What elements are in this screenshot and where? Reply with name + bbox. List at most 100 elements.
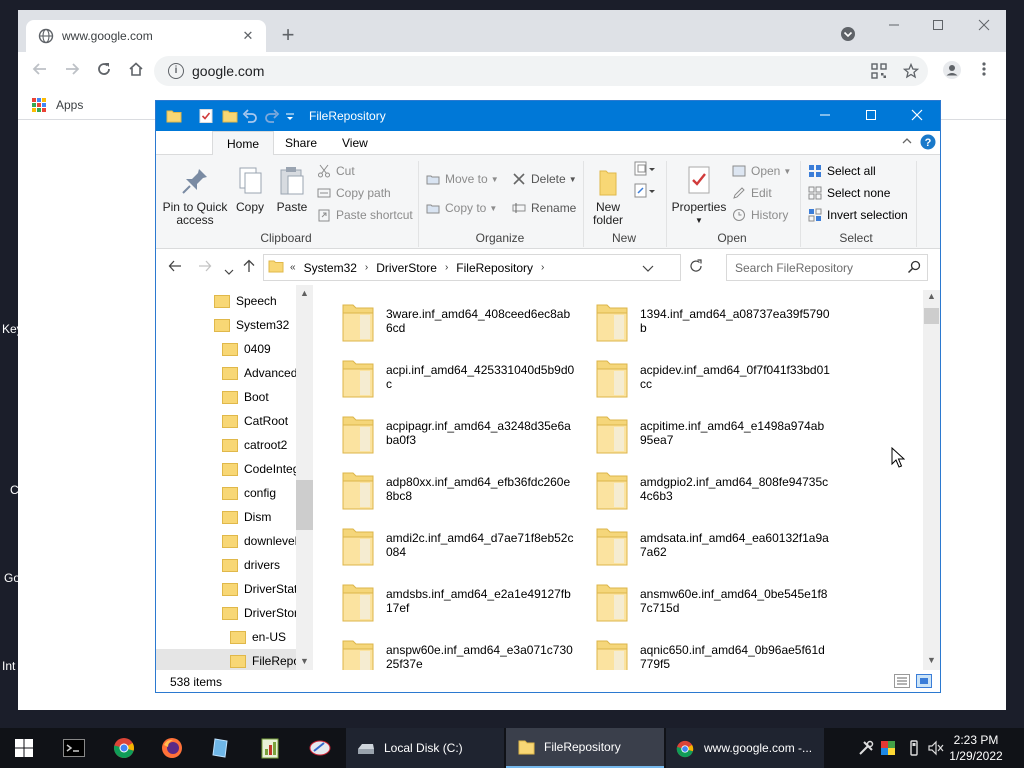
minimize-icon[interactable]	[802, 101, 848, 131]
close-tab-icon[interactable]: ✕	[240, 28, 256, 44]
start-windows-icon[interactable]	[0, 728, 48, 768]
nav-tree-item[interactable]: DriverStore	[156, 601, 305, 625]
desktop-icon-label[interactable]: Int	[2, 659, 15, 673]
search-icon[interactable]	[907, 260, 921, 277]
scroll-down-icon[interactable]: ▼	[923, 652, 940, 669]
file-list-item[interactable]: acpitime.inf_amd64_e1498a974ab95ea7	[594, 407, 844, 459]
copy-to-button[interactable]: Copy to ▼	[426, 198, 497, 218]
apps-grid-icon[interactable]	[32, 98, 46, 112]
file-list-item[interactable]: 1394.inf_amd64_a08737ea39f5790b	[594, 295, 844, 347]
navigation-pane[interactable]: Speech System32 0409 Advanced Boot CatRoot cat…	[156, 285, 314, 670]
properties-button[interactable]: Properties ▼	[671, 165, 727, 227]
home-icon[interactable]	[124, 60, 148, 84]
taskbar-app-local-disk[interactable]: Local Disk (C:)	[346, 728, 504, 768]
apps-link[interactable]: Apps	[56, 98, 83, 112]
forward-arrow-icon[interactable]	[198, 259, 212, 278]
new-folder-quick-icon[interactable]	[222, 108, 238, 124]
new-tab-button[interactable]: +	[276, 24, 300, 48]
details-view-icon[interactable]	[894, 674, 910, 688]
nav-tree-item[interactable]: 0409	[156, 337, 296, 361]
collapse-ribbon-icon[interactable]	[901, 135, 913, 150]
maximize-icon[interactable]	[926, 18, 950, 38]
file-list-item[interactable]: acpidev.inf_amd64_0f7f041f33bd01cc	[594, 351, 844, 403]
file-pane-scrollbar[interactable]: ▲ ▼	[923, 290, 940, 670]
history-button[interactable]: History	[732, 205, 788, 225]
tab-search-icon[interactable]	[836, 26, 860, 46]
paste-button[interactable]: Paste	[274, 165, 310, 214]
select-all-button[interactable]: Select all	[808, 161, 876, 181]
close-icon[interactable]	[972, 18, 996, 38]
qr-code-icon[interactable]	[870, 63, 888, 81]
nav-tree-item[interactable]: Advanced	[156, 361, 297, 385]
chevron-right-icon[interactable]: ›	[445, 262, 448, 273]
url-text[interactable]: google.com	[192, 63, 264, 79]
cut-button[interactable]: Cut	[317, 161, 355, 181]
copy-path-button[interactable]: Copy path	[317, 183, 391, 203]
file-list-item[interactable]: amdsbs.inf_amd64_e2a1e49127fb17ef	[340, 575, 590, 627]
undo-icon[interactable]	[242, 108, 258, 124]
refresh-icon[interactable]	[689, 259, 703, 276]
tray-usb-icon[interactable]	[906, 740, 922, 756]
properties-quick-icon[interactable]	[198, 108, 214, 124]
help-icon[interactable]: ?	[920, 134, 936, 153]
file-list-pane[interactable]: 3ware.inf_amd64_408ceed6ec8ab6cd 1394.inf…	[316, 285, 924, 670]
file-list-item[interactable]: adp80xx.inf_amd64_efb36fdc260e8bc8	[340, 463, 590, 515]
nav-tree-item[interactable]: CodeInteg	[156, 457, 299, 481]
customize-quick-access-icon[interactable]	[284, 108, 300, 124]
open-button[interactable]: Open ▼	[732, 161, 791, 181]
easy-access-icon[interactable]	[634, 183, 656, 202]
info-icon[interactable]: i	[168, 63, 184, 79]
file-list-item[interactable]: anspw60e.inf_amd64_e3a071c73025f37e	[340, 631, 590, 670]
pin-to-quick-access-button[interactable]: Pin to Quick access	[162, 165, 228, 227]
invert-selection-button[interactable]: Invert selection	[808, 205, 908, 225]
scroll-up-icon[interactable]: ▲	[296, 285, 313, 302]
nav-tree-item[interactable]: FileRepo	[156, 649, 300, 670]
volume-muted-icon[interactable]	[928, 740, 944, 756]
file-list-item[interactable]: 3ware.inf_amd64_408ceed6ec8ab6cd	[340, 295, 590, 347]
system-clock[interactable]: 2:23 PM 1/29/2022	[946, 732, 1006, 764]
breadcrumb-system32[interactable]: System32	[304, 261, 357, 275]
file-list-item[interactable]: amdgpio2.inf_amd64_808fe94735c4c6b3	[594, 463, 844, 515]
chevron-right-icon[interactable]: ›	[541, 262, 544, 273]
breadcrumb-filerepository[interactable]: FileRepository	[456, 261, 533, 275]
close-icon[interactable]	[894, 101, 940, 131]
search-box[interactable]: Search FileRepository	[726, 254, 928, 281]
profile-avatar-icon[interactable]	[940, 60, 964, 84]
address-breadcrumb[interactable]: « System32 › DriverStore › FileRepositor…	[263, 254, 681, 281]
app-chart-icon[interactable]	[246, 728, 294, 768]
browser-tab[interactable]: www.google.com ✕	[26, 20, 266, 52]
nav-tree-item[interactable]: catroot2	[156, 433, 296, 457]
large-icons-view-icon[interactable]	[916, 674, 932, 688]
up-arrow-icon[interactable]	[242, 259, 256, 278]
select-none-button[interactable]: Select none	[808, 183, 890, 203]
app-crystal-icon[interactable]	[196, 728, 244, 768]
delete-button[interactable]: Delete ▼	[512, 169, 577, 189]
file-list-item[interactable]: amdsata.inf_amd64_ea60132f1a9a7a62	[594, 519, 844, 571]
reload-icon[interactable]	[92, 60, 116, 84]
scroll-up-icon[interactable]: ▲	[923, 288, 940, 305]
nav-tree-item[interactable]: Dism	[156, 505, 296, 529]
file-list-item[interactable]: amdi2c.inf_amd64_d7ae71f8eb52c084	[340, 519, 590, 571]
file-list-item[interactable]: aqnic650.inf_amd64_0b96ae5f61d779f5	[594, 631, 844, 670]
firefox-icon[interactable]	[148, 728, 196, 768]
move-to-button[interactable]: Move to ▼	[426, 169, 499, 189]
taskbar-app-filerepository[interactable]: FileRepository	[506, 728, 664, 768]
taskbar-app-chrome[interactable]: www.google.com -...	[666, 728, 824, 768]
new-folder-button[interactable]: New folder	[588, 165, 628, 227]
nav-tree-item[interactable]: CatRoot	[156, 409, 296, 433]
nav-tree-item[interactable]: Speech	[156, 289, 296, 313]
scrollbar-thumb[interactable]	[296, 480, 313, 530]
nav-tree-item[interactable]: downlevel	[156, 529, 297, 553]
scroll-down-icon[interactable]: ▼	[296, 653, 313, 670]
app-snipping-icon[interactable]	[296, 728, 344, 768]
copy-button[interactable]: Copy	[232, 165, 268, 214]
redo-icon[interactable]	[264, 108, 280, 124]
minimize-icon[interactable]	[882, 18, 906, 38]
file-list-item[interactable]: acpi.inf_amd64_425331040d5b9d0c	[340, 351, 590, 403]
nav-tree-item[interactable]: Boot	[156, 385, 296, 409]
address-bar[interactable]: i google.com	[154, 56, 928, 86]
bookmark-star-icon[interactable]	[902, 62, 920, 81]
file-list-item[interactable]: ansmw60e.inf_amd64_0be545e1f87c715d	[594, 575, 844, 627]
nav-tree-item[interactable]: System32	[156, 313, 296, 337]
nav-tree-item[interactable]: config	[156, 481, 296, 505]
